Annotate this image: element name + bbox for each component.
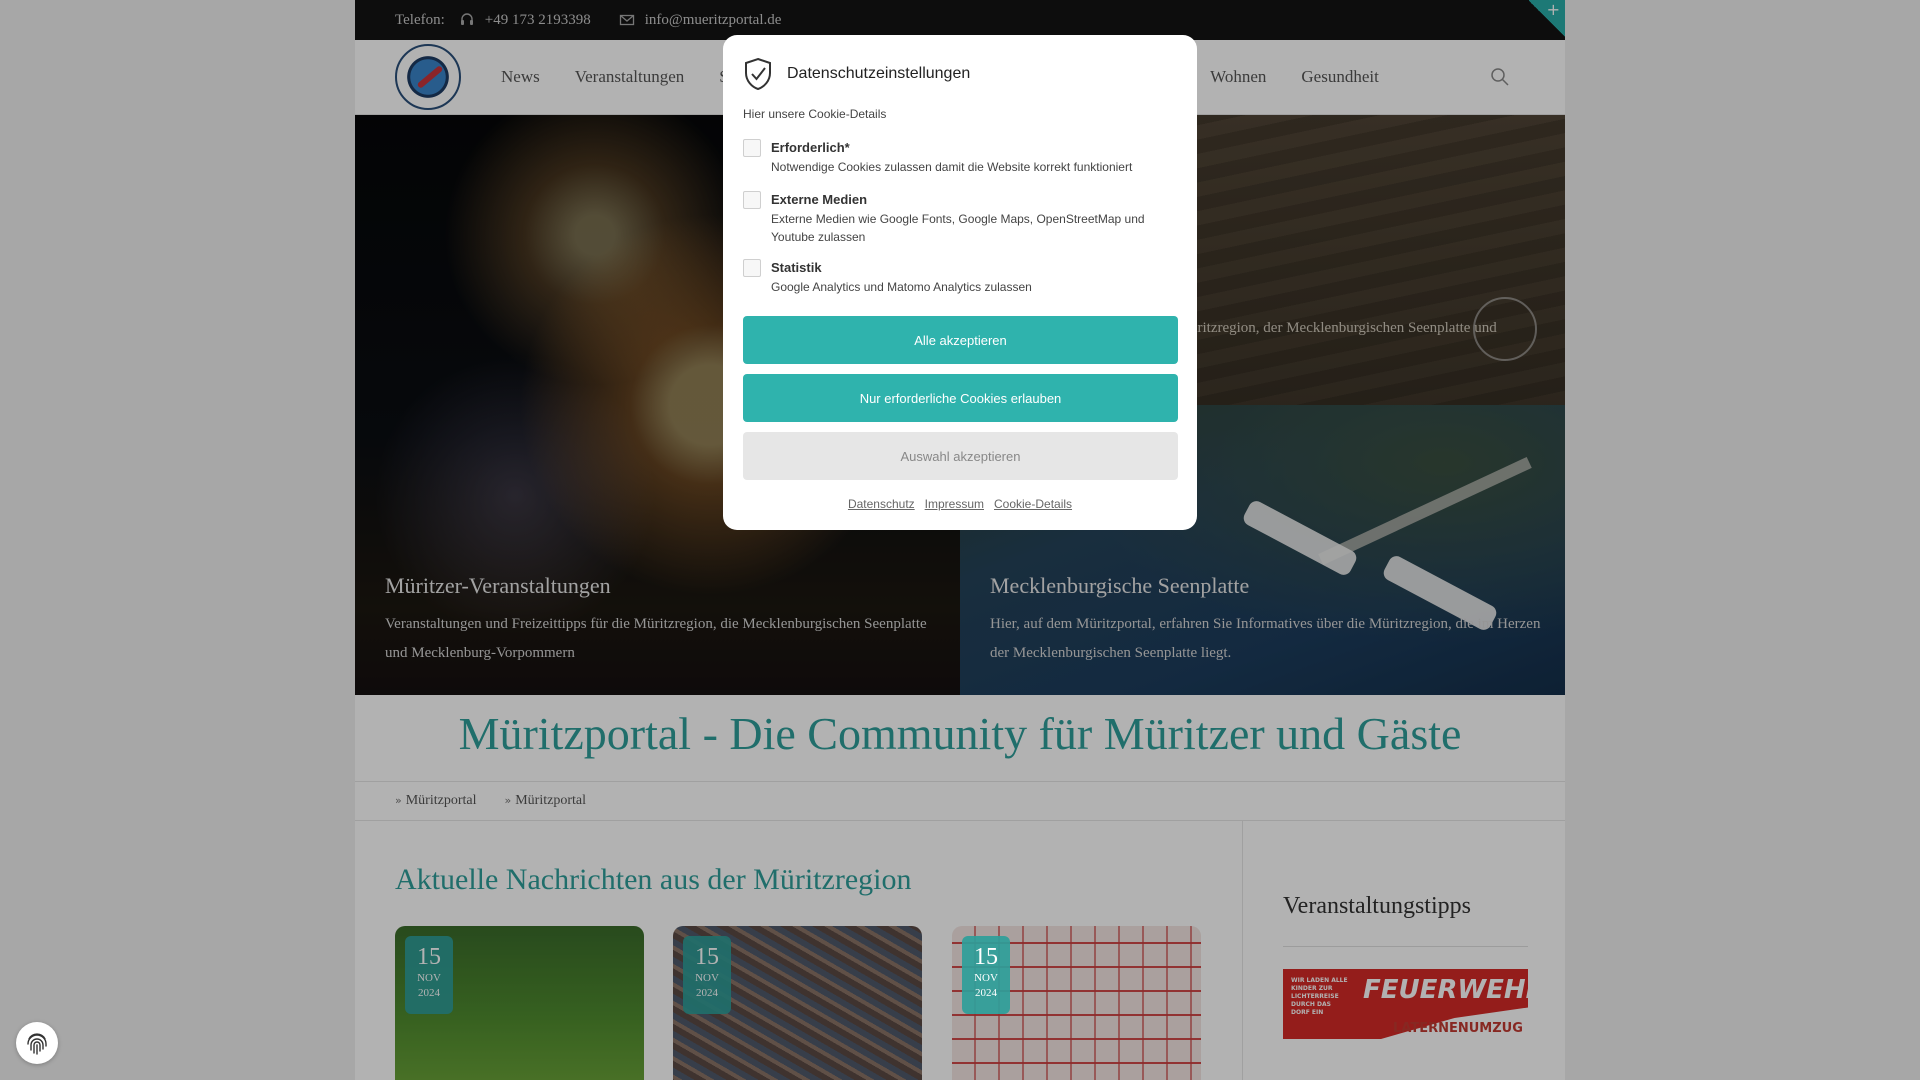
dialog-links: Datenschutz Impressum Cookie-Details: [723, 497, 1197, 511]
shield-check-icon: [743, 57, 773, 91]
accept-selection-button[interactable]: Auswahl akzeptieren: [743, 432, 1178, 480]
privacy-link[interactable]: Datenschutz: [848, 497, 915, 511]
checkbox-external-media[interactable]: [743, 191, 761, 209]
only-required-button[interactable]: Nur erforderliche Cookies erlauben: [743, 374, 1178, 422]
checkbox-statistics[interactable]: [743, 259, 761, 277]
accept-all-button[interactable]: Alle akzeptieren: [743, 316, 1178, 364]
dialog-intro: Hier unsere Cookie-Details: [743, 107, 887, 121]
cookie-consent-dialog: Datenschutzeinstellungen Hier unsere Coo…: [723, 35, 1197, 530]
checkbox-required[interactable]: [743, 139, 761, 157]
dialog-title: Datenschutzeinstellungen: [787, 65, 971, 82]
imprint-link[interactable]: Impressum: [925, 497, 984, 511]
cookie-details-link[interactable]: Cookie-Details: [994, 497, 1072, 511]
date-badge: 15 NOV 2024: [962, 936, 1010, 1014]
fingerprint-icon[interactable]: [16, 1022, 58, 1064]
